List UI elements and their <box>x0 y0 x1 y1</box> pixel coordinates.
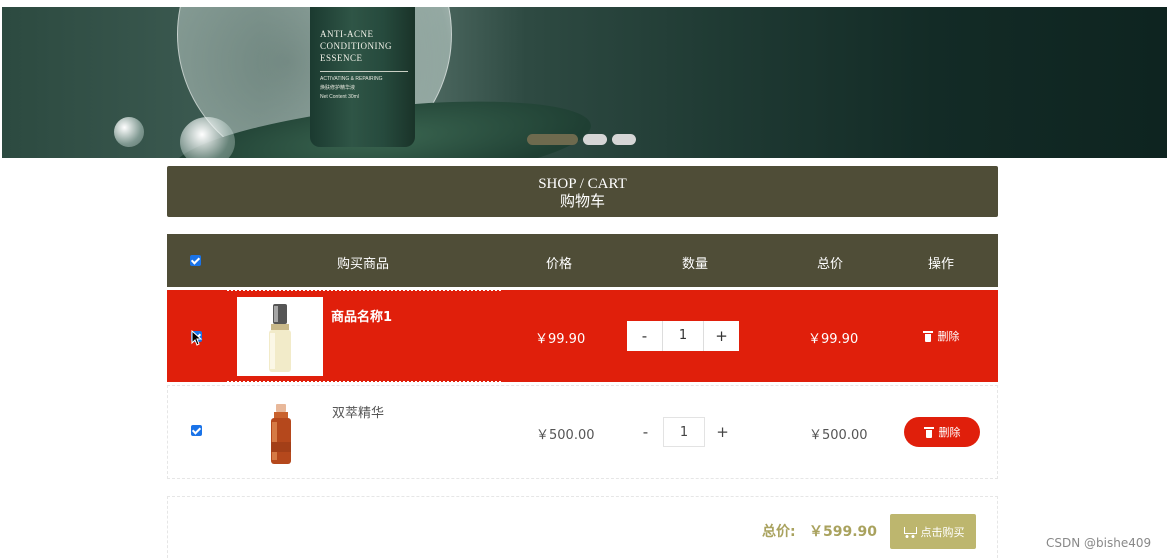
delete-button[interactable]: 删除 <box>903 321 979 351</box>
item-checkbox[interactable] <box>191 425 202 436</box>
increase-button[interactable]: + <box>705 417 740 447</box>
cart-icon <box>902 526 917 538</box>
carousel-dot-3[interactable] <box>612 134 636 145</box>
bottle-subtitle-en: ACTIVATING & REPAIRING <box>320 76 383 82</box>
decrease-button[interactable]: - <box>627 321 662 351</box>
item-total: ￥99.90 <box>808 332 859 347</box>
page-title-en: SHOP / CART <box>538 176 627 192</box>
header-quantity: 数量 <box>682 257 709 272</box>
water-drop <box>114 117 144 147</box>
bottle-divider <box>320 71 408 72</box>
select-all-checkbox[interactable] <box>190 255 201 266</box>
trash-icon <box>922 330 933 342</box>
bottle-subtitle: ACTIVATING & REPAIRING 焕肤修护精华液 Net Conte… <box>320 75 410 102</box>
product-thumbnail[interactable] <box>237 297 323 376</box>
cart-page: ANTI-ACNE CONDITIONING ESSENCE ACTIVATIN… <box>0 0 1170 558</box>
watermark: CSDN @bishe409 <box>1046 536 1152 550</box>
buy-label: 点击购买 <box>920 525 965 539</box>
carousel-indicators <box>527 134 636 145</box>
delete-label: 删除 <box>938 426 961 439</box>
bottle-title: ANTI-ACNE CONDITIONING ESSENCE <box>320 29 392 63</box>
cream-bottle-icon <box>237 297 323 376</box>
quantity-stepper: - 1 + <box>628 417 747 447</box>
bottle-subtitle-cn: 焕肤修护精华液 <box>320 85 356 91</box>
cart-table-header: 购买商品 价格 数量 总价 操作 <box>167 234 998 287</box>
item-price: ￥99.90 <box>535 332 586 347</box>
carousel-dot-2[interactable] <box>583 134 607 145</box>
decrease-button[interactable]: - <box>628 417 663 447</box>
item-price: ￥500.00 <box>536 428 595 443</box>
cart-summary: 总价: ￥599.90 点击购买 <box>167 496 998 558</box>
cart-item-row: 双萃精华 ￥500.00 - 1 + ￥500.00 删除 <box>167 385 998 479</box>
product-thumbnail[interactable] <box>238 392 324 471</box>
quantity-stepper: - 1 + <box>627 321 746 351</box>
delete-button[interactable]: 删除 <box>904 417 980 447</box>
trash-icon <box>923 426 934 438</box>
quantity-input[interactable]: 1 <box>663 417 705 447</box>
delete-label: 删除 <box>937 330 960 343</box>
page-title-bar: SHOP / CART 购物车 <box>167 166 998 217</box>
increase-button[interactable]: + <box>704 321 739 351</box>
quantity-input[interactable]: 1 <box>662 321 704 351</box>
serum-bottle-icon <box>238 392 324 471</box>
bottle-content: Net Content 30ml <box>320 94 359 100</box>
header-price: 价格 <box>546 257 573 272</box>
item-total: ￥500.00 <box>809 428 868 443</box>
page-title-cn: 购物车 <box>559 192 605 210</box>
total-value: ￥599.90 <box>809 524 878 540</box>
buy-button[interactable]: 点击购买 <box>890 514 976 549</box>
row-focus-outline <box>227 381 501 383</box>
header-total: 总价 <box>817 257 844 272</box>
product-name[interactable]: 商品名称1 <box>331 306 392 325</box>
carousel-dot-1[interactable] <box>527 134 578 145</box>
row-focus-outline <box>227 289 501 291</box>
header-product: 购买商品 <box>337 257 390 272</box>
mouse-cursor-icon <box>191 330 203 346</box>
product-name[interactable]: 双萃精华 <box>332 402 384 421</box>
total-label: 总价: <box>762 524 796 540</box>
cart-item-row: 商品名称1 ￥99.90 - 1 + ￥99.90 删除 <box>167 289 998 383</box>
header-action: 操作 <box>928 257 955 272</box>
